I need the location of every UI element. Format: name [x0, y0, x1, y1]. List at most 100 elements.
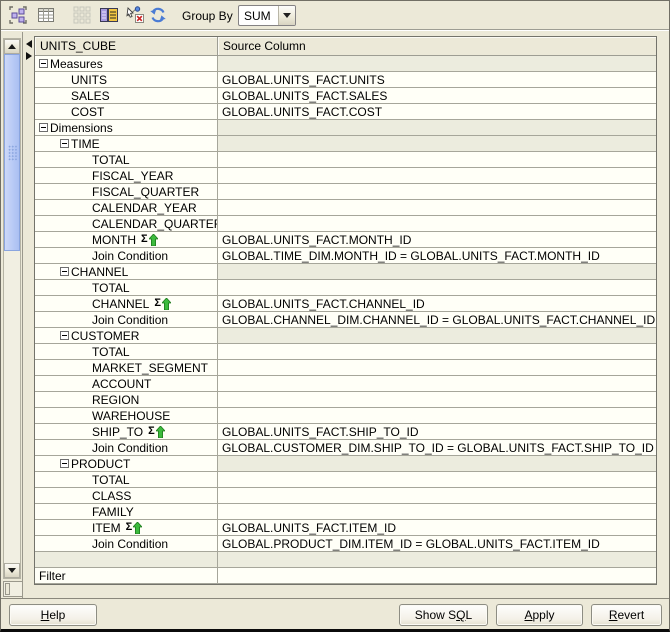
scroll-up-button[interactable]: [4, 39, 20, 54]
remove-mapping-icon[interactable]: [124, 5, 146, 25]
help-button[interactable]: Help: [9, 604, 97, 626]
source-column-cell[interactable]: [218, 120, 656, 136]
member-name-cell[interactable]: Measures: [35, 56, 218, 72]
table-row[interactable]: ITEMΣGLOBAL.UNITS_FACT.ITEM_ID: [35, 520, 656, 536]
source-column-cell[interactable]: GLOBAL.UNITS_FACT.UNITS: [218, 72, 656, 88]
source-column-cell[interactable]: [218, 152, 656, 168]
source-column-cell[interactable]: [218, 376, 656, 392]
table-row[interactable]: REGION: [35, 392, 656, 408]
table-row[interactable]: TOTAL: [35, 472, 656, 488]
table-row[interactable]: [35, 552, 656, 568]
member-name-cell[interactable]: TOTAL: [35, 472, 218, 488]
collapse-minus-icon[interactable]: [60, 139, 69, 148]
source-column-cell[interactable]: GLOBAL.UNITS_FACT.ITEM_ID: [218, 520, 656, 536]
member-name-cell[interactable]: Join Condition: [35, 312, 218, 328]
source-column-cell[interactable]: [218, 56, 656, 72]
table-row[interactable]: MONTHΣGLOBAL.UNITS_FACT.MONTH_ID: [35, 232, 656, 248]
source-column-cell[interactable]: [218, 408, 656, 424]
table-row[interactable]: CHANNELΣGLOBAL.UNITS_FACT.CHANNEL_ID: [35, 296, 656, 312]
table-row[interactable]: MARKET_SEGMENT: [35, 360, 656, 376]
member-name-cell[interactable]: REGION: [35, 392, 218, 408]
table-row[interactable]: CALENDAR_QUARTER: [35, 216, 656, 232]
source-column-cell[interactable]: [218, 504, 656, 520]
member-name-cell[interactable]: FAMILY: [35, 504, 218, 520]
source-column-cell[interactable]: [218, 344, 656, 360]
source-column-cell[interactable]: GLOBAL.CHANNEL_DIM.CHANNEL_ID = GLOBAL.U…: [218, 312, 656, 328]
table-row[interactable]: CALENDAR_YEAR: [35, 200, 656, 216]
member-name-cell[interactable]: PRODUCT: [35, 456, 218, 472]
member-name-cell[interactable]: MONTHΣ: [35, 232, 218, 248]
member-name-cell[interactable]: TIME: [35, 136, 218, 152]
source-column-cell[interactable]: GLOBAL.UNITS_FACT.CHANNEL_ID: [218, 296, 656, 312]
details-panels-icon[interactable]: [98, 5, 120, 25]
member-name-cell[interactable]: WAREHOUSE: [35, 408, 218, 424]
table-row[interactable]: Measures: [35, 56, 656, 72]
member-name-cell[interactable]: TOTAL: [35, 152, 218, 168]
table-row[interactable]: TOTAL: [35, 152, 656, 168]
source-column-cell[interactable]: GLOBAL.TIME_DIM.MONTH_ID = GLOBAL.UNITS_…: [218, 248, 656, 264]
source-column-cell[interactable]: GLOBAL.UNITS_FACT.SALES: [218, 88, 656, 104]
refresh-icon[interactable]: [148, 5, 168, 25]
table-row[interactable]: SHIP_TOΣGLOBAL.UNITS_FACT.SHIP_TO_ID: [35, 424, 656, 440]
source-column-cell[interactable]: GLOBAL.CUSTOMER_DIM.SHIP_TO_ID = GLOBAL.…: [218, 440, 656, 456]
source-column-cell[interactable]: [218, 456, 656, 472]
member-name-cell[interactable]: FISCAL_YEAR: [35, 168, 218, 184]
source-column-cell[interactable]: [218, 360, 656, 376]
table-row[interactable]: Join ConditionGLOBAL.TIME_DIM.MONTH_ID =…: [35, 248, 656, 264]
member-name-cell[interactable]: CUSTOMER: [35, 328, 218, 344]
member-name-cell[interactable]: Dimensions: [35, 120, 218, 136]
table-row[interactable]: TOTAL: [35, 280, 656, 296]
expand-right-button[interactable]: [25, 50, 33, 61]
source-column-cell[interactable]: [218, 488, 656, 504]
member-name-cell[interactable]: CHANNELΣ: [35, 296, 218, 312]
source-column-cell[interactable]: [218, 472, 656, 488]
apply-button[interactable]: Apply: [496, 604, 583, 626]
scrollbar-thumb[interactable]: [5, 583, 10, 595]
collapse-minus-icon[interactable]: [39, 59, 48, 68]
member-name-cell[interactable]: [35, 552, 218, 568]
table-row[interactable]: FISCAL_YEAR: [35, 168, 656, 184]
source-column-cell[interactable]: [218, 264, 656, 280]
member-name-cell[interactable]: MARKET_SEGMENT: [35, 360, 218, 376]
column-header-source-column[interactable]: Source Column: [218, 37, 656, 56]
member-name-cell[interactable]: CLASS: [35, 488, 218, 504]
column-header-units-cube[interactable]: UNITS_CUBE: [35, 37, 218, 56]
table-row[interactable]: COSTGLOBAL.UNITS_FACT.COST: [35, 104, 656, 120]
table-row[interactable]: TIME: [35, 136, 656, 152]
table-row[interactable]: Join ConditionGLOBAL.CHANNEL_DIM.CHANNEL…: [35, 312, 656, 328]
table-row[interactable]: Join ConditionGLOBAL.CUSTOMER_DIM.SHIP_T…: [35, 440, 656, 456]
source-column-cell[interactable]: GLOBAL.PRODUCT_DIM.ITEM_ID = GLOBAL.UNIT…: [218, 536, 656, 552]
member-name-cell[interactable]: SHIP_TOΣ: [35, 424, 218, 440]
member-name-cell[interactable]: ITEMΣ: [35, 520, 218, 536]
member-name-cell[interactable]: Join Condition: [35, 440, 218, 456]
revert-button[interactable]: Revert: [591, 604, 662, 626]
member-name-cell[interactable]: Join Condition: [35, 248, 218, 264]
table-row[interactable]: FISCAL_QUARTER: [35, 184, 656, 200]
source-column-cell[interactable]: [218, 168, 656, 184]
source-column-cell[interactable]: GLOBAL.UNITS_FACT.SHIP_TO_ID: [218, 424, 656, 440]
left-pane-vertical-scrollbar[interactable]: [3, 38, 21, 579]
table-row[interactable]: Join ConditionGLOBAL.PRODUCT_DIM.ITEM_ID…: [35, 536, 656, 552]
table-row[interactable]: Dimensions: [35, 120, 656, 136]
table-row[interactable]: ACCOUNT: [35, 376, 656, 392]
table-view-icon[interactable]: [36, 5, 56, 25]
scrollbar-thumb[interactable]: [4, 54, 20, 251]
member-name-cell[interactable]: UNITS: [35, 72, 218, 88]
source-column-cell[interactable]: [218, 216, 656, 232]
show-sql-button[interactable]: Show SQL: [399, 604, 488, 626]
source-column-cell[interactable]: [218, 568, 656, 584]
member-name-cell[interactable]: FISCAL_QUARTER: [35, 184, 218, 200]
pane-splitter[interactable]: [22, 32, 34, 598]
table-row[interactable]: Filter: [35, 568, 656, 584]
source-column-cell[interactable]: [218, 552, 656, 568]
table-row[interactable]: TOTAL: [35, 344, 656, 360]
filter-row-cell[interactable]: Filter: [35, 568, 218, 584]
member-name-cell[interactable]: CHANNEL: [35, 264, 218, 280]
group-by-dropdown[interactable]: SUM: [238, 5, 296, 26]
table-row[interactable]: CHANNEL: [35, 264, 656, 280]
source-column-cell[interactable]: [218, 184, 656, 200]
source-column-cell[interactable]: GLOBAL.UNITS_FACT.COST: [218, 104, 656, 120]
table-row[interactable]: FAMILY: [35, 504, 656, 520]
table-row[interactable]: SALESGLOBAL.UNITS_FACT.SALES: [35, 88, 656, 104]
table-row[interactable]: CLASS: [35, 488, 656, 504]
